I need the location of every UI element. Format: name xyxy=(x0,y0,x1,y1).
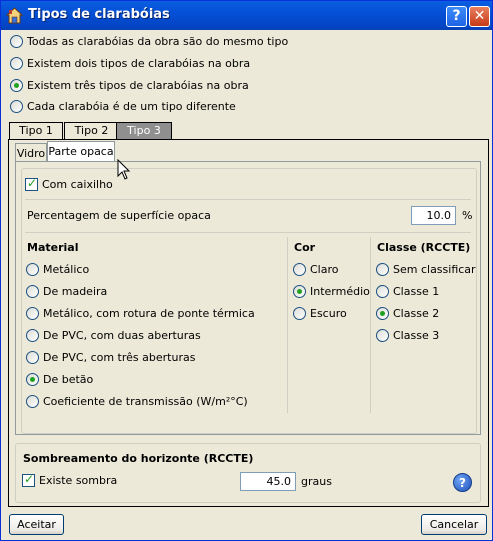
radio-icon[interactable] xyxy=(376,262,389,276)
shading-checkbox-label: Existe sombra xyxy=(39,473,118,487)
material-option-metalico-rotura[interactable]: Metálico, com rotura de ponte térmica xyxy=(26,305,255,321)
radio-icon[interactable] xyxy=(10,34,23,48)
cor-header: Cor xyxy=(294,241,316,254)
percent-unit: % xyxy=(462,209,473,222)
radio-icon[interactable] xyxy=(26,262,39,276)
material-option-pvc-duas[interactable]: De PVC, com duas aberturas xyxy=(26,327,201,343)
classe-header: Classe (RCCTE) xyxy=(377,241,471,254)
shading-unit: graus xyxy=(301,475,332,488)
radio-icon[interactable] xyxy=(293,284,306,298)
window-title: Tipos de clarabóias xyxy=(28,7,170,22)
type-option-same[interactable]: Todas as clarabóias da obra são do mesmo… xyxy=(10,33,288,49)
percent-label: Percentagem de superfície opaca xyxy=(27,209,211,222)
radio-icon[interactable] xyxy=(10,56,23,70)
close-button[interactable]: ✕ xyxy=(469,6,490,27)
tab-tipo-2[interactable]: Tipo 2 xyxy=(64,122,119,140)
material-option-label: De PVC, com duas aberturas xyxy=(43,328,201,342)
classe-option-2[interactable]: Classe 2 xyxy=(376,305,439,321)
material-option-pvc-tres[interactable]: De PVC, com três aberturas xyxy=(26,349,195,365)
cancel-button[interactable]: Cancelar xyxy=(421,514,487,535)
house-icon xyxy=(6,7,23,24)
type-option-label: Todas as clarabóias da obra são do mesmo… xyxy=(27,34,289,48)
radio-icon[interactable] xyxy=(10,78,23,92)
cor-option-claro[interactable]: Claro xyxy=(293,261,339,277)
cor-option-escuro[interactable]: Escuro xyxy=(293,305,347,321)
tab-parte-opaca[interactable]: Parte opaca xyxy=(47,141,115,163)
material-option-coeficiente[interactable]: Coeficiente de transmissão (W/m²°C) xyxy=(26,393,248,409)
shading-header: Sombreamento do horizonte (RCCTE) xyxy=(23,452,254,465)
type-option-two[interactable]: Existem dois tipos de clarabóias na obra xyxy=(10,55,250,71)
tab-tipo-3[interactable]: Tipo 3 xyxy=(116,122,172,140)
cor-option-label: Escuro xyxy=(310,306,347,320)
type-option-label: Cada clarabóia é de um tipo diferente xyxy=(27,99,236,113)
mouse-cursor-icon xyxy=(117,159,131,180)
accept-button[interactable]: Aceitar xyxy=(9,514,64,535)
dialog-window: Tipos de clarabóias ? ✕ Todas as clarabó… xyxy=(0,0,493,541)
radio-icon[interactable] xyxy=(26,306,39,320)
radio-icon[interactable] xyxy=(10,99,23,113)
radio-icon[interactable] xyxy=(376,306,389,320)
type-option-label: Existem dois tipos de clarabóias na obra xyxy=(27,56,251,70)
divider xyxy=(287,237,288,413)
frame-checkbox-label: Com caixilho xyxy=(42,177,113,191)
classe-option-1[interactable]: Classe 1 xyxy=(376,283,439,299)
type-option-each[interactable]: Cada clarabóia é de um tipo diferente xyxy=(10,98,236,114)
shading-checkbox[interactable] xyxy=(22,472,35,487)
tab-tipo-1[interactable]: Tipo 1 xyxy=(9,122,63,140)
shading-checkbox-row[interactable]: Existe sombra xyxy=(22,472,117,488)
type-option-label: Existem três tipos de clarabóias na obra xyxy=(27,78,249,92)
radio-icon[interactable] xyxy=(376,284,389,298)
material-option-betao[interactable]: De betão xyxy=(26,371,93,387)
radio-icon[interactable] xyxy=(376,328,389,342)
radio-icon[interactable] xyxy=(26,394,39,408)
radio-icon[interactable] xyxy=(293,262,306,276)
radio-icon[interactable] xyxy=(26,372,39,386)
classe-option-label: Sem classificar xyxy=(393,262,476,276)
divider xyxy=(370,237,371,413)
classe-option-label: Classe 2 xyxy=(393,306,440,320)
material-option-metalico[interactable]: Metálico xyxy=(26,261,89,277)
classe-option-3[interactable]: Classe 3 xyxy=(376,327,439,343)
cor-option-intermedio[interactable]: Intermédio xyxy=(293,283,370,299)
help-icon[interactable]: ? xyxy=(453,473,472,492)
classe-option-label: Classe 1 xyxy=(393,284,440,298)
shading-input[interactable]: 45.0 xyxy=(240,472,296,491)
material-option-label: De PVC, com três aberturas xyxy=(43,350,196,364)
radio-icon[interactable] xyxy=(26,328,39,342)
material-option-label: Metálico xyxy=(43,262,90,276)
material-option-label: Coeficiente de transmissão (W/m²°C) xyxy=(43,394,248,408)
material-option-madeira[interactable]: De madeira xyxy=(26,283,107,299)
percent-input[interactable]: 10.0 xyxy=(411,206,456,225)
radio-icon[interactable] xyxy=(26,350,39,364)
material-option-label: De madeira xyxy=(43,284,108,298)
frame-checkbox[interactable] xyxy=(25,176,38,191)
cor-option-label: Claro xyxy=(310,262,339,276)
classe-option-sem[interactable]: Sem classificar xyxy=(376,261,476,277)
radio-icon[interactable] xyxy=(293,306,306,320)
title-bar: Tipos de clarabóias ? ✕ xyxy=(1,1,492,30)
type-option-three[interactable]: Existem três tipos de clarabóias na obra xyxy=(10,77,249,93)
material-option-label: De betão xyxy=(43,372,94,386)
divider xyxy=(25,232,471,233)
radio-icon[interactable] xyxy=(26,284,39,298)
material-option-label: Metálico, com rotura de ponte térmica xyxy=(43,306,255,320)
cor-option-label: Intermédio xyxy=(310,284,370,298)
classe-option-label: Classe 3 xyxy=(393,328,440,342)
divider xyxy=(25,199,471,200)
help-button[interactable]: ? xyxy=(446,6,467,27)
material-header: Material xyxy=(27,241,79,254)
frame-checkbox-row[interactable]: Com caixilho xyxy=(25,176,113,192)
